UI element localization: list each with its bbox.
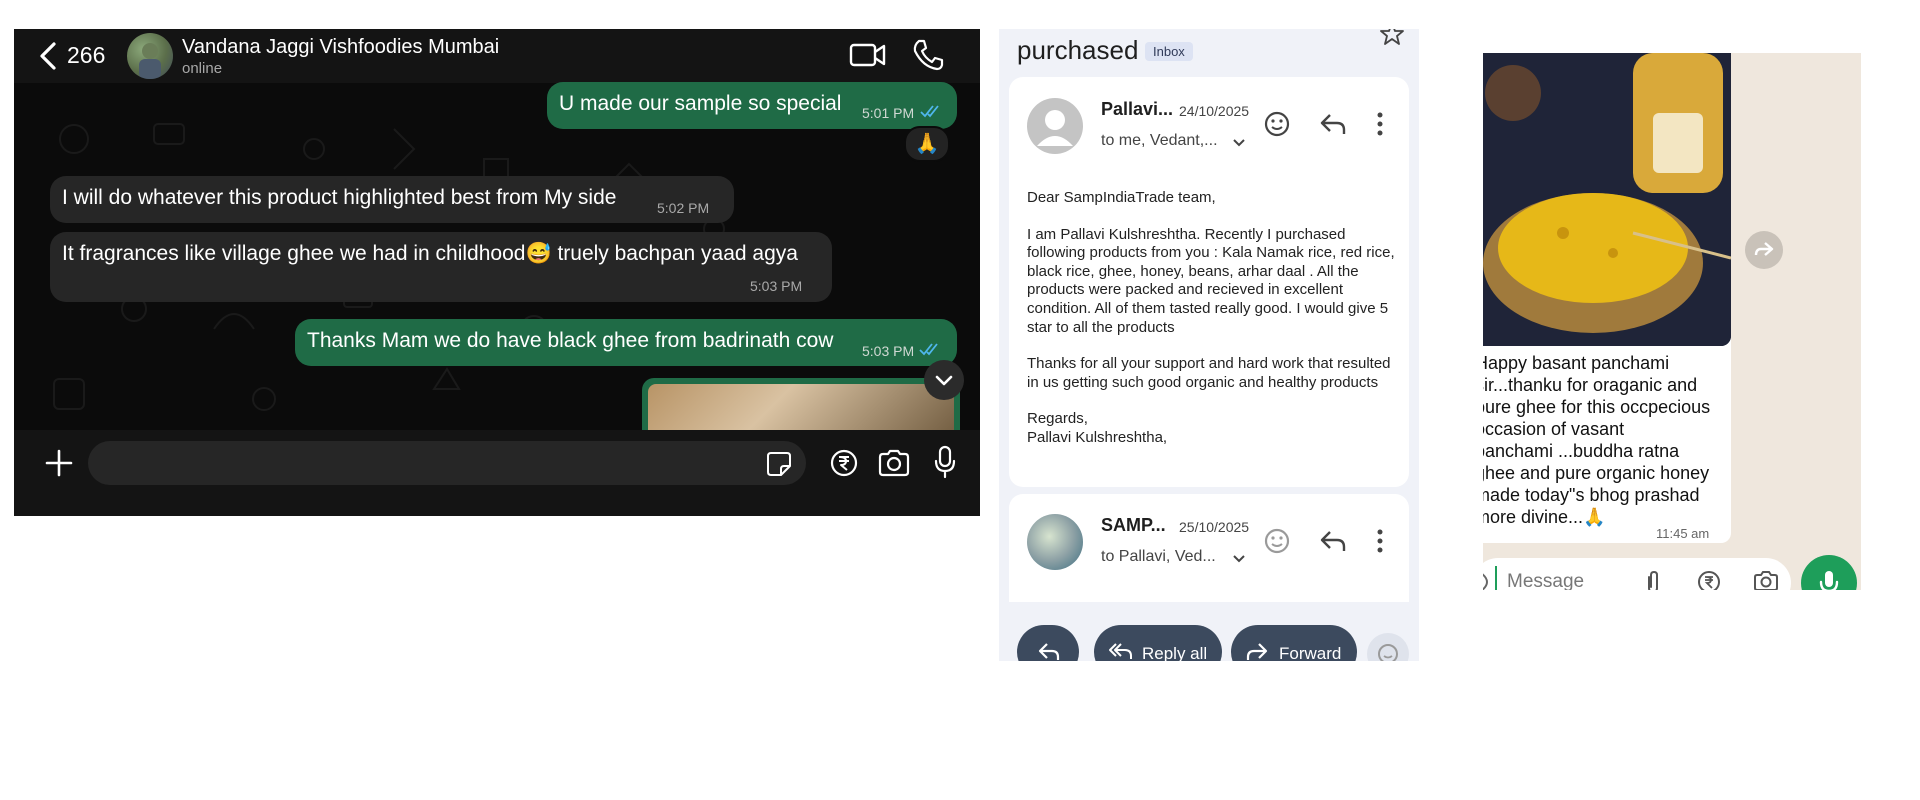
camera-icon[interactable] bbox=[1753, 570, 1779, 590]
email-subject: purchased bbox=[1017, 35, 1139, 65]
contact-status: online bbox=[182, 60, 223, 77]
person-icon bbox=[1037, 110, 1073, 146]
text-cursor bbox=[1495, 566, 1497, 590]
outgoing-image-message[interactable] bbox=[642, 378, 960, 438]
email-paragraph: Dear SampIndiaTrade team, bbox=[1027, 189, 1216, 206]
back-arrow-icon[interactable] bbox=[36, 40, 64, 72]
microphone-icon[interactable] bbox=[933, 445, 957, 479]
email-body: Dear SampIndiaTrade team, I am Pallavi K… bbox=[1027, 189, 1397, 466]
message-caption: Happy basant panchami sir...thanku for o… bbox=[1483, 353, 1711, 527]
message-time: 5:01 PM bbox=[862, 105, 915, 121]
chevron-down-icon[interactable] bbox=[1231, 134, 1247, 150]
message-reaction[interactable]: 🙏 bbox=[904, 126, 950, 162]
email-message-card: SAMP... 25/10/2025 to Pallavi, Ved... bbox=[1009, 494, 1409, 602]
avatar-photo-icon bbox=[139, 43, 161, 79]
email-date: 25/10/2025 bbox=[1179, 519, 1250, 535]
incoming-message[interactable]: It fragrances like village ghee we had i… bbox=[50, 232, 832, 302]
chevron-down-icon[interactable] bbox=[1231, 550, 1247, 566]
forward-icon bbox=[1246, 643, 1268, 660]
food-photo[interactable] bbox=[1483, 53, 1731, 346]
emoji-react-icon[interactable] bbox=[1263, 110, 1291, 138]
chat-header: 266 Vandana Jaggi Vishfoodies Mumbai onl… bbox=[14, 29, 980, 83]
emoji-react-icon[interactable] bbox=[1263, 527, 1291, 555]
reply-icon[interactable] bbox=[1319, 111, 1347, 137]
contact-name[interactable]: Vandana Jaggi Vishfoodies Mumbai bbox=[182, 36, 499, 59]
attach-icon[interactable] bbox=[1644, 569, 1662, 590]
more-vert-icon[interactable] bbox=[1375, 111, 1385, 137]
video-call-icon[interactable] bbox=[849, 39, 887, 71]
emoji-icon bbox=[1378, 644, 1398, 661]
message-input[interactable] bbox=[88, 441, 806, 485]
message-text: Thanks Mam we do have black ghee from ba… bbox=[307, 329, 834, 352]
outgoing-message[interactable]: Thanks Mam we do have black ghee from ba… bbox=[295, 319, 957, 366]
incoming-image-message[interactable]: Happy basant panchami sir...thanku for o… bbox=[1483, 53, 1731, 543]
email-paragraph: Thanks for all your support and hard wor… bbox=[1027, 355, 1391, 391]
scroll-down-button[interactable] bbox=[924, 360, 964, 400]
voice-record-button[interactable] bbox=[1801, 555, 1857, 590]
contact-avatar[interactable] bbox=[127, 33, 173, 79]
whatsapp-dark-chat: 266 Vandana Jaggi Vishfoodies Mumbai onl… bbox=[14, 29, 980, 516]
message-text: It fragrances like village ghee we had i… bbox=[62, 242, 798, 265]
reply-button[interactable] bbox=[1017, 625, 1079, 661]
sender-avatar[interactable] bbox=[1027, 514, 1083, 570]
star-icon[interactable] bbox=[1379, 29, 1405, 47]
message-text: I will do whatever this product highligh… bbox=[62, 186, 617, 209]
sticker-icon[interactable] bbox=[766, 451, 792, 477]
microphone-icon bbox=[1819, 571, 1839, 590]
emoji-react-button[interactable] bbox=[1367, 633, 1409, 661]
read-ticks-icon bbox=[919, 343, 938, 356]
inbox-label-badge[interactable]: Inbox bbox=[1145, 42, 1193, 61]
incoming-message[interactable]: I will do whatever this product highligh… bbox=[50, 176, 734, 223]
payment-rupee-icon[interactable] bbox=[829, 448, 859, 478]
food-photo-icon bbox=[1483, 53, 1731, 346]
email-paragraph: I am Pallavi Kulshreshtha. Recently I pu… bbox=[1027, 225, 1395, 336]
plus-icon[interactable] bbox=[44, 448, 74, 478]
message-text: U made our sample so special bbox=[559, 92, 842, 115]
chevron-down-icon bbox=[935, 375, 953, 386]
more-vert-icon[interactable] bbox=[1375, 528, 1385, 554]
sender-name[interactable]: Pallavi... bbox=[1101, 99, 1173, 120]
email-signature: Regards, Pallavi Kulshreshtha, bbox=[1027, 410, 1168, 446]
reply-all-label: Reply all bbox=[1142, 644, 1208, 661]
reply-icon[interactable] bbox=[1319, 528, 1347, 554]
whatsapp-light-chat: Happy basant panchami sir...thanku for o… bbox=[1483, 53, 1861, 590]
recipients[interactable]: to Pallavi, Ved... bbox=[1101, 548, 1216, 566]
message-time: 11:45 am bbox=[1656, 526, 1710, 541]
reply-all-button[interactable]: Reply all bbox=[1094, 625, 1222, 661]
recipients[interactable]: to me, Vedant,... bbox=[1101, 132, 1218, 150]
forward-icon bbox=[1754, 242, 1774, 256]
reply-all-icon bbox=[1109, 643, 1132, 659]
camera-icon[interactable] bbox=[877, 448, 911, 478]
read-ticks-icon bbox=[920, 105, 939, 118]
message-time: 5:03 PM bbox=[862, 343, 915, 359]
message-time: 5:03 PM bbox=[750, 278, 803, 294]
gmail-thread: purchased Inbox Pallavi... 24/10/2025 to… bbox=[999, 29, 1419, 661]
unread-count[interactable]: 266 bbox=[67, 42, 105, 69]
sender-name[interactable]: SAMP... bbox=[1101, 515, 1166, 536]
message-placeholder: Message bbox=[1507, 571, 1585, 590]
voice-call-icon[interactable] bbox=[911, 37, 945, 73]
outgoing-message[interactable]: U made our sample so special 5:01 PM bbox=[547, 82, 957, 129]
email-message-card: Pallavi... 24/10/2025 to me, Vedant,... … bbox=[1009, 77, 1409, 487]
forward-button[interactable]: Forward bbox=[1231, 625, 1357, 661]
payment-rupee-icon[interactable] bbox=[1697, 570, 1721, 590]
message-time: 5:02 PM bbox=[657, 200, 710, 216]
email-date: 24/10/2025 bbox=[1179, 103, 1250, 119]
forward-button[interactable] bbox=[1745, 231, 1783, 269]
forward-label: Forward bbox=[1279, 644, 1342, 661]
reply-icon bbox=[1038, 643, 1060, 660]
emoji-icon[interactable] bbox=[1483, 571, 1495, 590]
sender-avatar[interactable] bbox=[1027, 98, 1083, 154]
